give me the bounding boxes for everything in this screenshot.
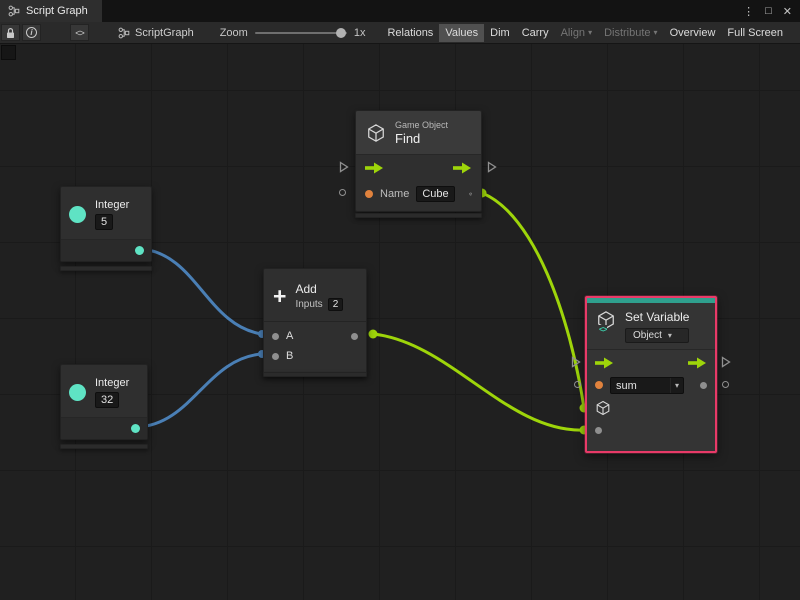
node-category: Game Object <box>395 120 448 130</box>
variable-name-port-dot[interactable] <box>595 381 603 389</box>
flow-in-arrow-icon[interactable] <box>365 162 384 174</box>
lock-icon <box>5 27 16 39</box>
values-button[interactable]: Values <box>439 24 484 42</box>
integer-type-icon <box>69 384 86 401</box>
input-b-port-dot[interactable] <box>272 353 279 360</box>
chevron-down-icon: ▾ <box>588 29 592 37</box>
info-button[interactable]: i <box>22 24 41 41</box>
value-in-marker-icon[interactable] <box>574 381 581 388</box>
value-input-port-dot[interactable] <box>595 427 602 434</box>
inputs-label: Inputs <box>295 299 322 310</box>
output-port-dot[interactable] <box>131 424 140 433</box>
distribute-button[interactable]: Distribute ▾ <box>598 24 663 42</box>
chevron-down-icon: ▾ <box>670 378 683 393</box>
chevron-down-icon: ▾ <box>668 332 672 340</box>
node-footer-bar <box>60 444 148 449</box>
sum-output-port-dot[interactable] <box>351 333 358 340</box>
chevron-down-icon: ▾ <box>654 29 658 37</box>
zoom-slider[interactable] <box>255 32 347 34</box>
flow-out-arrow-icon[interactable] <box>688 357 707 369</box>
window-menu-icon[interactable]: ⋮ <box>743 5 754 18</box>
info-icon: i <box>26 27 37 38</box>
node-set-variable[interactable]: <> Set Variable Object ▾ sum ▾ <box>585 296 717 453</box>
node-title: Add <box>295 282 343 296</box>
name-param-label: Name <box>380 188 409 200</box>
zoom-label: Zoom <box>220 27 248 39</box>
flow-out-marker-icon[interactable] <box>487 161 497 173</box>
inputs-count-field[interactable]: 2 <box>328 298 344 311</box>
code-icon: <> <box>75 28 84 38</box>
value-in-marker-icon[interactable] <box>339 189 346 196</box>
graph-toolbar: i <> ScriptGraph Zoom 1x Relations Value… <box>0 22 800 44</box>
flow-out-marker-icon[interactable] <box>721 356 731 368</box>
node-gameobject-find[interactable]: Game Object Find Name Cube <box>355 110 482 212</box>
node-integer-5[interactable]: Integer 5 <box>60 186 152 262</box>
overview-button[interactable]: Overview <box>664 24 722 42</box>
node-footer-bar <box>60 266 152 271</box>
node-integer-32[interactable]: Integer 32 <box>60 364 148 440</box>
node-title: Find <box>395 131 448 146</box>
game-object-cube-icon <box>366 123 386 143</box>
zoom-value: 1x <box>354 27 366 39</box>
target-object-cube-icon[interactable] <box>595 400 611 416</box>
graph-breadcrumb[interactable]: ScriptGraph <box>118 27 194 39</box>
canvas-corner-toggle[interactable] <box>1 45 16 60</box>
node-add[interactable]: + Add Inputs 2 A B <box>263 268 367 375</box>
node-title: Set Variable <box>625 310 689 324</box>
carry-button[interactable]: Carry <box>516 24 555 42</box>
flow-in-arrow-icon[interactable] <box>595 357 614 369</box>
relations-button[interactable]: Relations <box>381 24 439 42</box>
flow-in-marker-icon[interactable] <box>571 356 581 368</box>
flow-in-marker-icon[interactable] <box>339 161 349 173</box>
variable-output-port-dot[interactable] <box>700 382 707 389</box>
node-title: Integer <box>95 377 129 389</box>
script-graph-icon <box>8 5 20 17</box>
integer-value-field[interactable]: 5 <box>95 214 113 230</box>
code-icon: <> <box>598 325 607 334</box>
close-icon[interactable]: ✕ <box>783 5 792 18</box>
align-button[interactable]: Align ▾ <box>555 24 598 42</box>
code-view-button[interactable]: <> <box>70 24 89 41</box>
window-titlebar: Script Graph ⋮ □ ✕ <box>0 0 800 22</box>
integer-value-field[interactable]: 32 <box>95 392 119 408</box>
variable-kind-dropdown[interactable]: Object ▾ <box>625 328 689 343</box>
variable-name-dropdown[interactable]: sum ▾ <box>610 377 684 394</box>
gameobject-output-cube-icon[interactable] <box>469 186 472 202</box>
tab-script-graph[interactable]: Script Graph <box>0 0 102 22</box>
graph-name: ScriptGraph <box>135 27 194 39</box>
name-input-port-dot[interactable] <box>365 190 373 198</box>
maximize-icon[interactable]: □ <box>765 5 772 17</box>
node-footer-bar <box>263 372 367 377</box>
value-out-marker-icon[interactable] <box>722 381 729 388</box>
input-a-port-dot[interactable] <box>272 333 279 340</box>
input-b-label: B <box>286 350 293 362</box>
add-icon: + <box>273 285 286 307</box>
integer-type-icon <box>69 206 86 223</box>
node-title: Integer <box>95 199 129 211</box>
tab-title: Script Graph <box>26 5 88 17</box>
lock-button[interactable] <box>1 24 20 41</box>
set-variable-icon: <> <box>596 310 616 330</box>
zoom-slider-handle[interactable] <box>336 28 346 38</box>
output-port-dot[interactable] <box>135 246 144 255</box>
full-screen-button[interactable]: Full Screen <box>721 24 789 42</box>
dim-button[interactable]: Dim <box>484 24 516 42</box>
flow-out-arrow-icon[interactable] <box>453 162 472 174</box>
script-graph-icon <box>118 27 130 39</box>
input-a-label: A <box>286 330 293 342</box>
node-footer-bar <box>355 213 482 218</box>
name-param-field[interactable]: Cube <box>416 186 454 202</box>
